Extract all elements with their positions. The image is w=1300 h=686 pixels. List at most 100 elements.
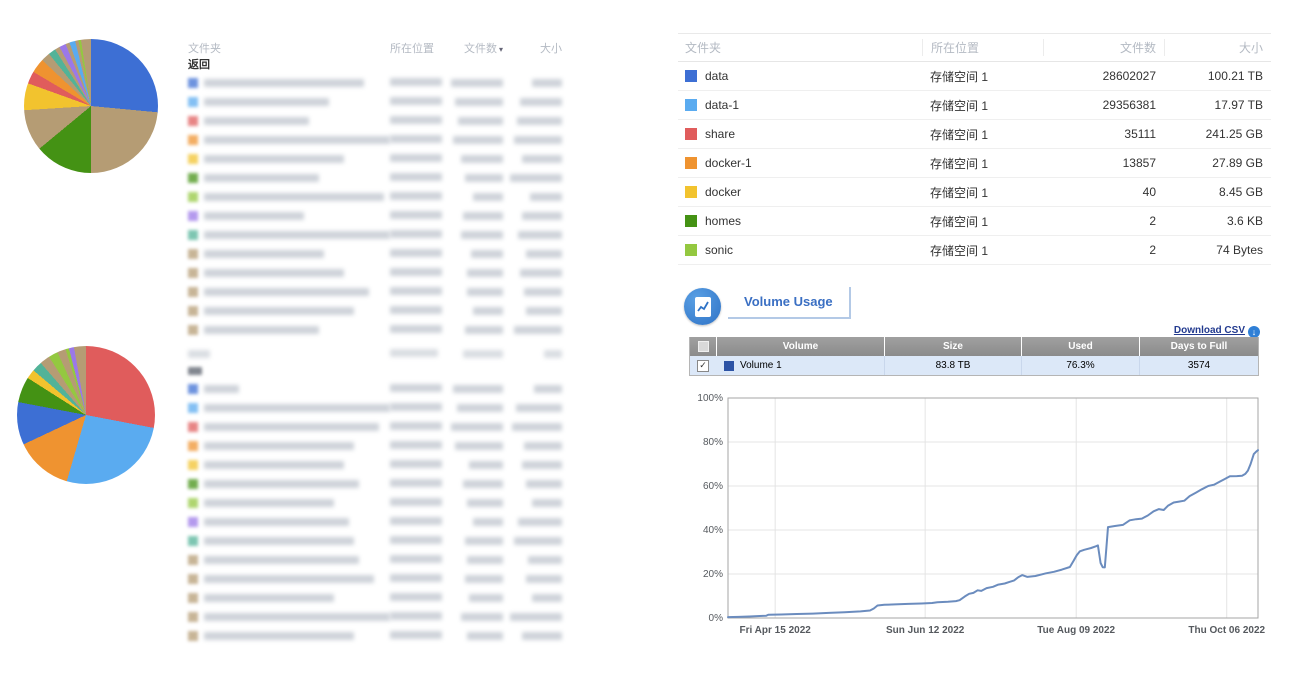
- volume-usage-header: Volume Usage: [728, 293, 851, 311]
- folder-color-swatch: [685, 186, 697, 198]
- folder-row[interactable]: data-1存储空间 12935638117.97 TB: [678, 91, 1271, 120]
- blurred-folder-row[interactable]: [188, 73, 562, 92]
- blurred-folder-row[interactable]: [188, 607, 562, 626]
- col-location[interactable]: 所在位置: [922, 39, 1043, 56]
- col-filecount[interactable]: 文件数▾: [447, 40, 503, 56]
- bottom-folder-table: [188, 344, 562, 645]
- volume-days-cell: 3574: [1139, 356, 1258, 375]
- folder-row[interactable]: docker 存储空间 1408.45 GB: [678, 178, 1271, 207]
- blurred-folder-row[interactable]: [188, 398, 562, 417]
- blurred-folder-row[interactable]: [188, 187, 562, 206]
- blurred-folder-row[interactable]: [188, 417, 562, 436]
- folder-row[interactable]: share存储空间 135111241.25 GB: [678, 120, 1271, 149]
- folder-name: sonic: [705, 243, 733, 257]
- blurred-folder-row[interactable]: [188, 263, 562, 282]
- blurred-folder-row[interactable]: [188, 379, 562, 398]
- blurred-folder-row[interactable]: [188, 588, 562, 607]
- folder-color-swatch: [188, 384, 198, 394]
- folder-color-swatch: [188, 498, 198, 508]
- blurred-folder-row[interactable]: [188, 474, 562, 493]
- col-volume: Volume: [716, 337, 884, 356]
- svg-text:Sun Jun 12 2022: Sun Jun 12 2022: [886, 625, 965, 636]
- blurred-folder-rows: [188, 379, 562, 645]
- col-folder[interactable]: 文件夹: [678, 39, 922, 56]
- back-link[interactable]: 返回: [188, 57, 562, 73]
- col-filecount[interactable]: 文件数: [1043, 39, 1164, 56]
- folder-size: 3.6 KB: [1164, 214, 1271, 228]
- folder-color-swatch: [188, 211, 198, 221]
- folder-filecount: 28602027: [1043, 69, 1164, 83]
- svg-text:60%: 60%: [703, 481, 723, 492]
- folder-color-swatch: [685, 215, 697, 227]
- volume-checkbox[interactable]: ✓: [690, 356, 716, 375]
- blurred-folder-row[interactable]: [188, 493, 562, 512]
- folder-color-swatch: [188, 135, 198, 145]
- folder-location: 存储空间 1: [922, 97, 1043, 114]
- blurred-folder-row[interactable]: [188, 569, 562, 588]
- folder-row[interactable]: homes 存储空间 123.6 KB: [678, 207, 1271, 236]
- folder-color-swatch: [685, 157, 697, 169]
- blurred-folder-row[interactable]: [188, 550, 562, 569]
- volume-table: Volume Size Used Days to Full ✓ Volume 1…: [689, 337, 1259, 376]
- folder-location: 存储空间 1: [922, 213, 1043, 230]
- col-location[interactable]: 所在位置: [390, 40, 447, 56]
- blurred-folder-row[interactable]: [188, 301, 562, 320]
- blurred-folder-row[interactable]: [188, 512, 562, 531]
- volume-table-header: Volume Size Used Days to Full: [690, 337, 1258, 356]
- folder-size: 100.21 TB: [1164, 69, 1271, 83]
- folder-name: homes: [705, 214, 741, 228]
- blurred-folder-row[interactable]: [188, 111, 562, 130]
- folder-location: 存储空间 1: [922, 68, 1043, 85]
- blurred-folder-row[interactable]: [188, 455, 562, 474]
- blurred-folder-row[interactable]: [188, 225, 562, 244]
- blurred-folder-row[interactable]: [188, 626, 562, 645]
- blurred-folder-row[interactable]: [188, 168, 562, 187]
- blurred-back-link[interactable]: [188, 363, 562, 379]
- volume-row: ✓ Volume 1 83.8 TB 76.3% 3574: [690, 356, 1258, 375]
- shared-folder-table: 文件夹 所在位置 文件数 大小 data存储空间 128602027100.21…: [678, 33, 1271, 265]
- select-all-checkbox[interactable]: [690, 337, 716, 356]
- blurred-folder-row[interactable]: [188, 206, 562, 225]
- blurred-folder-row[interactable]: [188, 244, 562, 263]
- folder-name: share: [705, 127, 735, 141]
- folder-color-swatch: [188, 403, 198, 413]
- blurred-table-header: [188, 344, 562, 363]
- folder-color-swatch: [188, 612, 198, 622]
- folder-filecount: 29356381: [1043, 98, 1164, 112]
- folder-color-swatch: [188, 306, 198, 316]
- folder-color-swatch: [188, 631, 198, 641]
- folder-size: 17.97 TB: [1164, 98, 1271, 112]
- folder-filecount: 13857: [1043, 156, 1164, 170]
- blurred-folder-row[interactable]: [188, 130, 562, 149]
- col-size[interactable]: 大小: [503, 40, 562, 56]
- folder-color-swatch: [188, 230, 198, 240]
- folder-size: 8.45 GB: [1164, 185, 1271, 199]
- folder-row[interactable]: data存储空间 128602027100.21 TB: [678, 62, 1271, 91]
- blurred-folder-row[interactable]: [188, 320, 562, 339]
- blurred-folder-row[interactable]: [188, 92, 562, 111]
- blurred-folder-row[interactable]: [188, 436, 562, 455]
- folder-location: 存储空间 1: [922, 184, 1043, 201]
- folder-row[interactable]: docker-1存储空间 11385727.89 GB: [678, 149, 1271, 178]
- folder-name: docker: [705, 185, 741, 199]
- folder-row[interactable]: sonic存储空间 1274 Bytes: [678, 236, 1271, 265]
- folder-color-swatch: [188, 422, 198, 432]
- folder-filecount: 40: [1043, 185, 1164, 199]
- download-csv-link[interactable]: Download CSV: [1174, 325, 1245, 336]
- svg-text:Thu Oct 06 2022: Thu Oct 06 2022: [1188, 625, 1265, 636]
- svg-text:0%: 0%: [709, 613, 724, 624]
- svg-text:Fri Apr 15 2022: Fri Apr 15 2022: [739, 625, 811, 636]
- folder-color-swatch: [188, 192, 198, 202]
- blurred-folder-row[interactable]: [188, 149, 562, 168]
- col-days-to-full: Days to Full: [1139, 337, 1258, 356]
- col-size[interactable]: 大小: [1164, 39, 1271, 56]
- folder-color-swatch: [685, 244, 697, 256]
- blurred-folder-row[interactable]: [188, 282, 562, 301]
- folder-color-swatch: [188, 460, 198, 470]
- folder-filecount: 2: [1043, 214, 1164, 228]
- folder-location: 存储空间 1: [922, 155, 1043, 172]
- bottom-folder-pie-chart: [17, 346, 155, 484]
- blurred-folder-row[interactable]: [188, 531, 562, 550]
- folder-color-swatch: [188, 479, 198, 489]
- col-folder[interactable]: 文件夹: [188, 40, 390, 56]
